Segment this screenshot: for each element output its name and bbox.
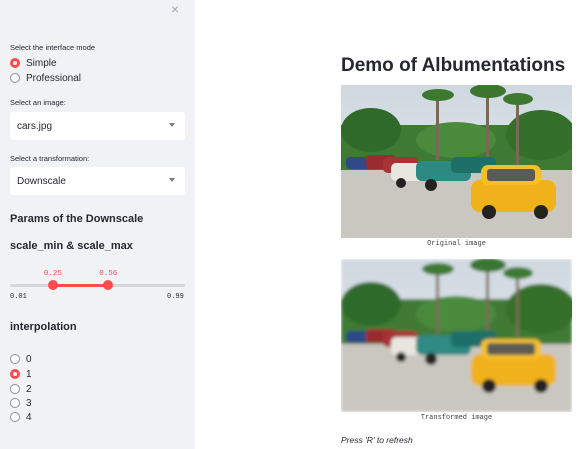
radio-label: Professional [26, 72, 82, 84]
radio-label: Simple [26, 57, 57, 69]
transform-select-label: Select a transformation: [10, 154, 90, 163]
transformed-image [341, 259, 572, 412]
radio-label: 1 [26, 368, 32, 380]
close-icon[interactable]: × [171, 2, 185, 16]
image-select-value: cars.jpg [17, 120, 53, 132]
original-image [341, 85, 572, 238]
radio-circle [10, 58, 20, 68]
sidebar: × Select the interface mode Simple Profe… [0, 0, 195, 449]
transformed-caption: Transformed image [420, 414, 493, 422]
chevron-down-icon [168, 120, 176, 130]
radio-circle [10, 73, 20, 83]
slider-min-label: 0.01 [10, 293, 27, 301]
slider-thumb-low[interactable] [47, 280, 58, 290]
radio-circle [10, 384, 20, 394]
radio-interp-0[interactable]: 0 [10, 353, 32, 365]
scale-range-slider[interactable] [10, 284, 185, 287]
radio-interp-3[interactable]: 3 [10, 397, 32, 409]
radio-interp-4[interactable]: 4 [10, 411, 32, 423]
radio-label: 2 [26, 383, 32, 395]
slider-heading: scale_min & scale_max [10, 240, 133, 252]
radio-circle [10, 369, 20, 379]
radio-mode-professional[interactable]: Professional [10, 72, 81, 84]
radio-mode-simple[interactable]: Simple [10, 57, 57, 69]
params-heading: Params of the Downscale [10, 213, 144, 225]
slider-max-label: 0.99 [167, 293, 184, 301]
slider-low-value: 0.25 [43, 270, 62, 278]
mode-label: Select the interface mode [10, 43, 96, 52]
radio-label: 4 [26, 411, 32, 423]
page-title: Demo of Albumentations [341, 55, 566, 76]
refresh-hint: Press 'R' to refresh [341, 435, 413, 445]
chevron-down-icon [168, 175, 176, 185]
image-select-label: Select an image: [10, 98, 66, 107]
slider-thumb-high[interactable] [103, 280, 114, 290]
transform-select-value: Downscale [17, 175, 66, 187]
slider-fill [52, 284, 109, 287]
radio-circle [10, 398, 20, 408]
radio-circle [10, 412, 20, 422]
radio-interp-1[interactable]: 1 [10, 368, 32, 380]
radio-label: 0 [26, 353, 32, 365]
radio-circle [10, 354, 20, 364]
radio-interp-2[interactable]: 2 [10, 383, 32, 395]
interpolation-heading: interpolation [10, 321, 77, 333]
image-select[interactable]: cars.jpg [10, 112, 185, 140]
transform-select[interactable]: Downscale [10, 167, 185, 195]
original-caption: Original image [427, 240, 486, 248]
radio-label: 3 [26, 397, 32, 409]
slider-high-value: 0.56 [99, 270, 118, 278]
